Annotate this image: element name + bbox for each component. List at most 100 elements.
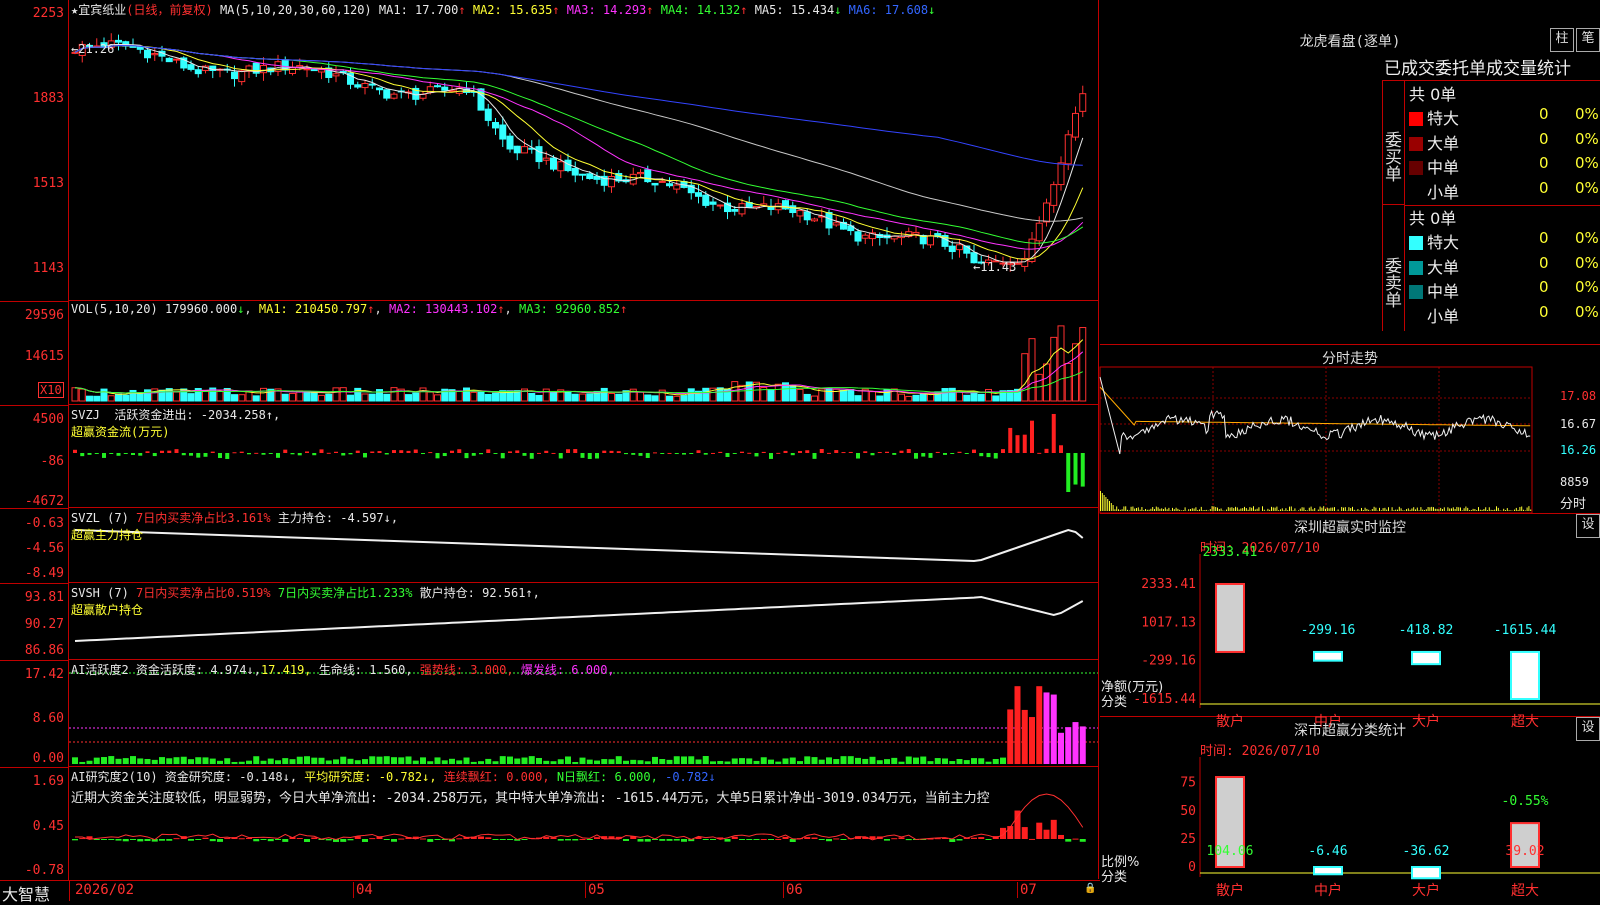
volume-bar: [529, 393, 535, 401]
fund-flow-bar: [479, 453, 483, 454]
ai-research-panel[interactable]: AI研究度2(10) 资金研究度: -0.148↓, 平均研究度: -0.782…: [69, 767, 1099, 879]
intra-volume-bar: [1149, 510, 1150, 511]
intra-volume-bar: [1134, 509, 1135, 511]
fund-flow-bar: [965, 453, 969, 454]
fund-flow-bar: [523, 453, 527, 456]
volume-bar: [478, 392, 484, 401]
intraday-chart[interactable]: [1100, 367, 1600, 513]
volume-bar: [580, 394, 586, 401]
intra-volume-bar: [1442, 509, 1443, 511]
svsh-line2: 超赢散户持仓: [71, 603, 143, 617]
fund-flow-bar: [1081, 453, 1085, 487]
bar-category-label: 超大: [1511, 883, 1539, 899]
research-bar: [485, 837, 491, 839]
fund-flow-bar: [153, 453, 157, 456]
lock-icon[interactable]: 🔒: [1084, 883, 1096, 894]
activity-bar: [427, 761, 433, 764]
intra-volume-bar: [1352, 507, 1353, 511]
fund-flow-bar: [363, 453, 367, 457]
intra-volume-bar: [1138, 507, 1139, 511]
activity-bar: [797, 761, 803, 764]
volume-bar: [369, 394, 375, 401]
intra-volume-bar: [1383, 508, 1384, 511]
fund-flow-bar: [102, 453, 106, 458]
bar-group: [1314, 652, 1342, 661]
fund-flow-bar: [718, 452, 722, 453]
volume-bar: [304, 391, 310, 401]
ma1-arrow: ↑: [458, 3, 465, 17]
vol-value: 179960.000: [165, 302, 237, 316]
fund-flow-bar: [791, 453, 795, 455]
bar-mode-button[interactable]: 柱: [1550, 28, 1574, 52]
tick-mode-button[interactable]: 笔: [1576, 28, 1600, 52]
research-bar: [833, 838, 839, 839]
activity-bar: [986, 762, 992, 764]
candle-body: [485, 109, 491, 120]
row-pct: 0%: [1575, 303, 1599, 321]
fund-flow-bar: [414, 450, 418, 453]
bar-annotation: -0.55%: [1502, 794, 1549, 809]
activity-bar: [159, 757, 165, 764]
intra-volume-bar: [1521, 506, 1522, 511]
intra-volume-bar: [1181, 510, 1182, 511]
intra-volume-bar: [1460, 507, 1461, 511]
intra-volume-bar: [1257, 509, 1258, 511]
research-bar: [1022, 827, 1028, 839]
ai1-seg1: 资金活跃度: 4.974↓,: [136, 663, 261, 677]
volume-bar: [652, 396, 658, 401]
fund-flow-bar: [631, 453, 635, 455]
monitor-settings-button[interactable]: 设: [1576, 514, 1600, 538]
intra-volume-bar: [1271, 507, 1272, 511]
activity-bar: [935, 758, 941, 764]
activity-bar: [826, 757, 832, 764]
row-pct: 0%: [1575, 254, 1599, 272]
x-axis[interactable]: 2026/02 04 05 06 07 🔒: [69, 881, 1099, 901]
kline-panel[interactable]: ★宜宾纸业(日线，前复权) MA(5,10,20,30,60,120) MA1:…: [69, 0, 1099, 301]
ma3-arrow: ↑: [646, 3, 653, 17]
activity-bar: [108, 756, 114, 764]
bar-value-label: -418.82: [1399, 623, 1454, 638]
svzj-panel[interactable]: SVZJ 活跃资金进出: -2034.258↑, 超赢资金流(万元): [69, 405, 1099, 508]
svzl-panel[interactable]: SVZL (7) 7日内买卖净占比3.161% 主力持仓: -4.597↓, 超…: [69, 508, 1099, 583]
intra-volume-bar: [1188, 509, 1189, 511]
activity-bar: [507, 757, 513, 764]
fund-flow-bar: [602, 451, 606, 453]
volume-chart[interactable]: [69, 301, 1098, 404]
research-bar: [754, 839, 760, 840]
fund-flow-bar: [921, 453, 925, 457]
activity-bar: [971, 758, 977, 764]
svzl-title-text: SVZL (7): [71, 511, 129, 525]
volume-bar: [986, 389, 992, 401]
research-bar: [725, 839, 731, 842]
fund-flow-bar: [1030, 421, 1034, 453]
kline-chart[interactable]: [69, 0, 1098, 300]
intra-volume-bar: [1185, 507, 1186, 511]
monitor-bar-chart[interactable]: 2333.411017.13-299.16-1615.442333.41散户-2…: [1100, 554, 1600, 714]
y-tick: 93.81: [25, 590, 64, 605]
svsh-panel[interactable]: SVSH (7) 7日内买卖净占比0.519% 7日内买卖净占比1.233% 散…: [69, 583, 1099, 660]
research-bar: [732, 837, 738, 839]
volume-bar: [609, 393, 615, 401]
volume-bar: [485, 395, 491, 401]
activity-bar: [145, 759, 151, 764]
bar-y-tick: 50: [1180, 804, 1196, 819]
volume-panel[interactable]: VOL(5,10,20) 179960.000↓, MA1: 210450.79…: [69, 301, 1099, 405]
classify-bar-chart[interactable]: 7550250104.06散户-6.46中户-36.62大户39.02超大-0.…: [1100, 757, 1600, 900]
bar-category-label: 中户: [1314, 882, 1342, 899]
research-bar: [790, 839, 796, 842]
ai-activity-panel[interactable]: AI活跃度2 资金活跃度: 4.974↓,17.419, 生命线: 1.560,…: [69, 660, 1099, 767]
intraday-section[interactable]: 分时走势 17.08 16.67 16.26 8859 分时: [1100, 345, 1600, 514]
research-bar: [362, 839, 368, 842]
intra-volume-bar: [1213, 506, 1214, 511]
classify-settings-button[interactable]: 设: [1576, 717, 1600, 741]
fund-flow-bar: [588, 453, 592, 459]
candle-body: [391, 94, 397, 98]
research-bar: [957, 839, 963, 841]
volume-bar: [1080, 328, 1086, 401]
volume-bar: [703, 388, 709, 401]
fund-flow-bar: [428, 452, 432, 453]
buy-row: 大单00%: [1409, 130, 1600, 154]
candle-body: [696, 193, 702, 197]
intra-volume-bar: [1485, 507, 1486, 511]
fund-flow-bar: [327, 453, 331, 454]
